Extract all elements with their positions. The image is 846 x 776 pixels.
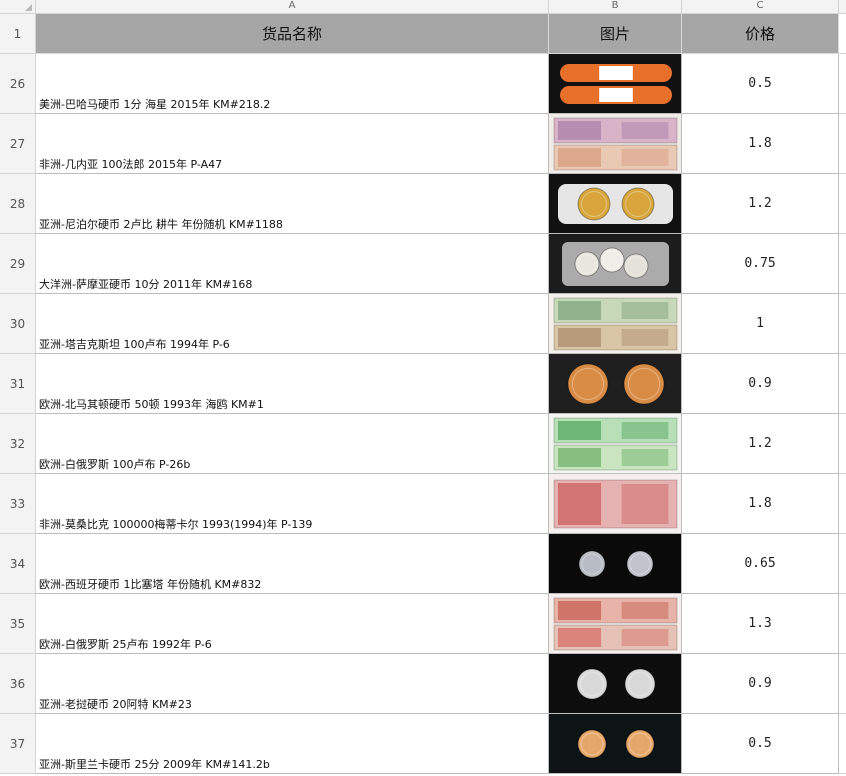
header-cell-name[interactable]: 货品名称 bbox=[36, 14, 549, 54]
product-image bbox=[553, 117, 677, 170]
row-number[interactable]: 31 bbox=[0, 354, 36, 414]
row-number[interactable]: 28 bbox=[0, 174, 36, 234]
row-number[interactable]: 1 bbox=[0, 14, 36, 54]
product-image bbox=[576, 668, 655, 699]
image-cell[interactable] bbox=[549, 714, 682, 774]
column-header-c[interactable]: C bbox=[682, 0, 839, 13]
name-cell[interactable]: 亚洲-尼泊尔硬币 2卢比 耕牛 年份随机 KM#1188 bbox=[36, 174, 549, 234]
name-cell[interactable]: 欧洲-北马其顿硬币 50顿 1993年 海鸥 KM#1 bbox=[36, 354, 549, 414]
image-cell[interactable] bbox=[549, 594, 682, 654]
row-number[interactable]: 36 bbox=[0, 654, 36, 714]
product-image bbox=[577, 729, 654, 758]
table-row: 32 欧洲-白俄罗斯 100卢布 P-26b 1.2 bbox=[0, 414, 846, 474]
name-cell[interactable]: 美洲-巴哈马硬币 1分 海星 2015年 KM#218.2 bbox=[36, 54, 549, 114]
name-cell[interactable]: 亚洲-塔吉克斯坦 100卢布 1994年 P-6 bbox=[36, 294, 549, 354]
table-row: 30 亚洲-塔吉克斯坦 100卢布 1994年 P-6 1 bbox=[0, 294, 846, 354]
column-header-a[interactable]: A bbox=[36, 0, 549, 13]
image-cell[interactable] bbox=[549, 654, 682, 714]
price-cell[interactable]: 0.5 bbox=[682, 54, 839, 114]
name-cell[interactable]: 非洲-莫桑比克 100000梅蒂卡尔 1993(1994)年 P-139 bbox=[36, 474, 549, 534]
table-row: 36 亚洲-老挝硬币 20阿特 KM#23 0.9 bbox=[0, 654, 846, 714]
column-header-bar: A B C bbox=[0, 0, 846, 14]
product-image bbox=[553, 417, 677, 470]
header-cell-price[interactable]: 价格 bbox=[682, 14, 839, 54]
image-cell[interactable] bbox=[549, 54, 682, 114]
row-number[interactable]: 33 bbox=[0, 474, 36, 534]
image-cell[interactable] bbox=[549, 474, 682, 534]
name-cell[interactable]: 大洋洲-萨摩亚硬币 10分 2011年 KM#168 bbox=[36, 234, 549, 294]
product-image bbox=[553, 297, 677, 350]
row-number[interactable]: 37 bbox=[0, 714, 36, 774]
product-image bbox=[553, 479, 677, 528]
product-image bbox=[567, 363, 664, 404]
row-number[interactable]: 35 bbox=[0, 594, 36, 654]
table-row: 33 非洲-莫桑比克 100000梅蒂卡尔 1993(1994)年 P-139 1.… bbox=[0, 474, 846, 534]
product-image bbox=[553, 597, 677, 650]
price-cell[interactable]: 1.8 bbox=[682, 474, 839, 534]
row-number[interactable]: 29 bbox=[0, 234, 36, 294]
product-image bbox=[561, 241, 669, 286]
table-row: 28 亚洲-尼泊尔硬币 2卢比 耕牛 年份随机 KM#1188 1.2 bbox=[0, 174, 846, 234]
name-cell[interactable]: 欧洲-白俄罗斯 100卢布 P-26b bbox=[36, 414, 549, 474]
product-image bbox=[559, 63, 672, 104]
price-cell[interactable]: 1.2 bbox=[682, 414, 839, 474]
price-cell[interactable]: 1 bbox=[682, 294, 839, 354]
image-cell[interactable] bbox=[549, 354, 682, 414]
image-cell[interactable] bbox=[549, 294, 682, 354]
table-row: 37 亚洲-斯里兰卡硬币 25分 2009年 KM#141.2b 0.5 bbox=[0, 714, 846, 774]
name-cell[interactable]: 欧洲-西班牙硬币 1比塞塔 年份随机 KM#832 bbox=[36, 534, 549, 594]
price-cell[interactable]: 0.9 bbox=[682, 654, 839, 714]
name-cell[interactable]: 非洲-几内亚 100法郎 2015年 P-A47 bbox=[36, 114, 549, 174]
column-header-b[interactable]: B bbox=[549, 0, 682, 13]
column-header-d[interactable] bbox=[839, 0, 846, 13]
name-cell[interactable]: 亚洲-斯里兰卡硬币 25分 2009年 KM#141.2b bbox=[36, 714, 549, 774]
product-image bbox=[557, 183, 673, 224]
table-row: 34 欧洲-西班牙硬币 1比塞塔 年份随机 KM#832 0.65 bbox=[0, 534, 846, 594]
row-number[interactable]: 34 bbox=[0, 534, 36, 594]
price-cell[interactable]: 0.65 bbox=[682, 534, 839, 594]
spreadsheet: A B C 1 货品名称 图片 价格 26 美洲-巴哈马硬币 1分 海星 2015… bbox=[0, 0, 846, 776]
row-number[interactable]: 30 bbox=[0, 294, 36, 354]
product-image bbox=[578, 550, 653, 577]
row-number[interactable]: 32 bbox=[0, 414, 36, 474]
table-row: 29 大洋洲-萨摩亚硬币 10分 2011年 KM#168 0.75 bbox=[0, 234, 846, 294]
price-cell[interactable]: 1.2 bbox=[682, 174, 839, 234]
price-cell[interactable]: 0.5 bbox=[682, 714, 839, 774]
header-cell-image[interactable]: 图片 bbox=[549, 14, 682, 54]
header-row: 1 货品名称 图片 价格 bbox=[0, 14, 846, 54]
price-cell[interactable]: 1.3 bbox=[682, 594, 839, 654]
price-cell[interactable]: 0.9 bbox=[682, 354, 839, 414]
table-row: 27 非洲-几内亚 100法郎 2015年 P-A47 1.8 bbox=[0, 114, 846, 174]
row-number[interactable]: 26 bbox=[0, 54, 36, 114]
table-row: 31 欧洲-北马其顿硬币 50顿 1993年 海鸥 KM#1 0.9 bbox=[0, 354, 846, 414]
image-cell[interactable] bbox=[549, 114, 682, 174]
select-all-corner[interactable] bbox=[0, 0, 36, 13]
name-cell[interactable]: 欧洲-白俄罗斯 25卢布 1992年 P-6 bbox=[36, 594, 549, 654]
name-cell[interactable]: 亚洲-老挝硬币 20阿特 KM#23 bbox=[36, 654, 549, 714]
image-cell[interactable] bbox=[549, 414, 682, 474]
price-cell[interactable]: 1.8 bbox=[682, 114, 839, 174]
table-row: 35 欧洲-白俄罗斯 25卢布 1992年 P-6 1.3 bbox=[0, 594, 846, 654]
price-cell[interactable]: 0.75 bbox=[682, 234, 839, 294]
image-cell[interactable] bbox=[549, 174, 682, 234]
image-cell[interactable] bbox=[549, 534, 682, 594]
row-number[interactable]: 27 bbox=[0, 114, 36, 174]
image-cell[interactable] bbox=[549, 234, 682, 294]
table-row: 26 美洲-巴哈马硬币 1分 海星 2015年 KM#218.2 0.5 bbox=[0, 54, 846, 114]
